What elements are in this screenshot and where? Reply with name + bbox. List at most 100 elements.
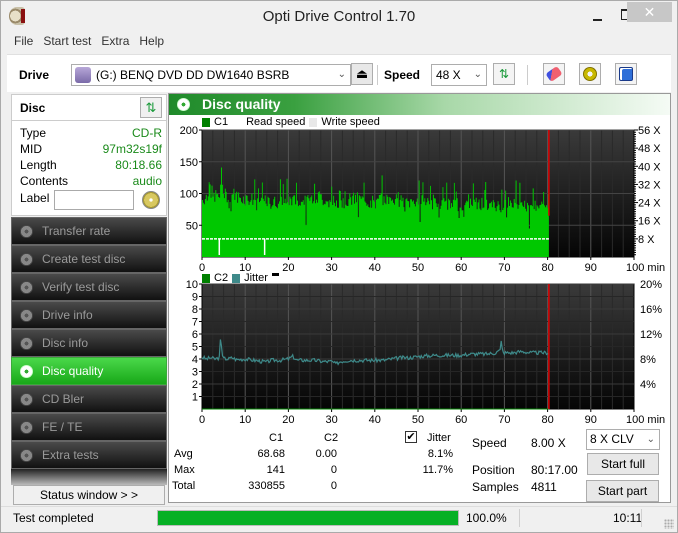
x-tick-label: 90: [585, 262, 597, 274]
disc-mid-value: 97m32s19f: [102, 142, 162, 156]
disc-quality-icon: [177, 98, 190, 111]
jitter-checkbox[interactable]: ✔: [405, 431, 417, 443]
y-tick-label-right: 48 X: [638, 143, 661, 155]
start-full-button[interactable]: Start full: [587, 453, 659, 475]
save-button[interactable]: [615, 63, 637, 85]
minimize-button[interactable]: [585, 7, 613, 27]
chevron-down-icon: ⌄: [337, 69, 346, 80]
y-tick-label-left: 6: [192, 329, 198, 341]
x-tick-label: 70: [498, 262, 510, 274]
nav-item-verify-test-disc[interactable]: Verify test disc: [11, 273, 167, 301]
y-tick-label-right: 16 X: [638, 216, 661, 228]
resize-grip[interactable]: [664, 519, 674, 529]
menu-extra[interactable]: Extra: [96, 32, 134, 52]
c1-chart: 0 10 20 30 40 50 60 70 80 90 100 min501001502008 X…: [180, 126, 666, 274]
nav-item-label: CD Bler: [42, 392, 85, 406]
close-button[interactable]: ✕: [627, 2, 672, 22]
nav-item-label: Disc quality: [42, 364, 104, 378]
position-value: 80:17.00: [531, 463, 578, 477]
menu-help[interactable]: Help: [134, 32, 169, 52]
eject-icon: ⏏: [355, 66, 369, 81]
samples-label: Samples: [472, 480, 519, 494]
nav-spacer: [11, 469, 167, 485]
progress-bar: [157, 510, 459, 526]
y-tick-label-left: 3: [192, 367, 198, 379]
speed-select[interactable]: 48 X ⌄: [431, 64, 487, 86]
total-c2: 0: [330, 480, 337, 492]
speed-label: Speed: [384, 68, 421, 82]
nav-item-disc-info[interactable]: Disc info: [11, 329, 167, 357]
disc-tool-icon: [20, 421, 33, 434]
erase-button[interactable]: [543, 63, 565, 85]
test-speed-select[interactable]: 8 X CLV ⌄: [586, 429, 660, 450]
status-divider: [519, 509, 520, 527]
x-tick-label: 0: [199, 414, 205, 425]
disc-type-row: Type CD-R: [20, 126, 162, 142]
samples-value: 4811: [531, 480, 557, 494]
x-tick-label: 80: [541, 414, 553, 425]
avg-c1: 68.68: [257, 448, 285, 460]
disc-label-input[interactable]: [54, 190, 134, 210]
drive-select[interactable]: (G:) BENQ DVD DD DW1640 BSRB ⌄: [71, 64, 351, 86]
x-tick-label: 90: [585, 414, 597, 425]
disc-length-label: Length: [20, 158, 57, 172]
disc-length-row: Length 80:18.66: [20, 158, 162, 174]
disc-tool-icon: [20, 393, 33, 406]
speed-readout-value: 8.00 X: [531, 436, 566, 450]
nav-item-fe-te[interactable]: FE / TE: [11, 413, 167, 441]
y-tick-label-left: 7: [192, 317, 198, 329]
save-icon: [619, 67, 633, 81]
start-part-button[interactable]: Start part: [586, 480, 659, 502]
x-tick-label: 60: [455, 414, 467, 425]
status-window-button[interactable]: Status window > >: [13, 485, 165, 505]
nav-item-transfer-rate[interactable]: Transfer rate: [11, 217, 167, 245]
max-jitter: 11.7%: [422, 464, 453, 476]
max-label: Max: [174, 464, 195, 476]
options-button[interactable]: [579, 63, 601, 85]
x-tick-label: 100 min: [626, 262, 665, 274]
max-c1: 141: [266, 464, 285, 476]
elapsed-time: 10:11: [613, 511, 643, 525]
nav-item-create-test-disc[interactable]: Create test disc: [11, 245, 167, 273]
disc-tool-icon: [20, 309, 33, 322]
jitter-label: Jitter: [427, 432, 451, 444]
y-tick-label-left: 50: [186, 220, 198, 232]
y-tick-label-left: 150: [180, 157, 198, 169]
menu-start-test[interactable]: Start test: [38, 32, 96, 52]
x-tick-label: 80: [541, 262, 553, 274]
x-tick-label: 20: [282, 414, 294, 425]
y-tick-label-left: 4: [192, 354, 198, 366]
disc-type-label: Type: [20, 126, 47, 140]
nav-item-extra-tests[interactable]: Extra tests: [11, 441, 167, 469]
disc-tool-icon: [20, 253, 33, 266]
nav-item-drive-info[interactable]: Drive info: [11, 301, 167, 329]
cd-text-button[interactable]: [142, 191, 160, 209]
speed-select-value: 48 X: [436, 68, 461, 82]
disc-info-panel: Disc ⇅ Type CD-R MID 97m32s19f Length 80…: [11, 94, 167, 216]
nav-item-cd-bler[interactable]: CD Bler: [11, 385, 167, 413]
panel-title: Disc quality: [202, 96, 281, 112]
x-tick-label: 50: [412, 414, 424, 425]
disc-refresh-button[interactable]: ⇅: [140, 97, 162, 118]
legend-marker: [271, 272, 279, 276]
test-speed-value: 8 X CLV: [590, 432, 634, 446]
window-title: Opti Drive Control 1.70: [262, 8, 416, 25]
nav-item-disc-quality[interactable]: Disc quality: [11, 357, 167, 385]
eject-button[interactable]: ⏏: [351, 63, 373, 85]
nav-item-label: Extra tests: [42, 448, 99, 462]
disc-contents-label: Contents: [20, 174, 69, 188]
toolbar-divider: [527, 65, 528, 85]
avg-jitter: 8.1%: [427, 448, 453, 460]
avg-label: Avg: [174, 448, 193, 460]
refresh-drives-button[interactable]: ⇅: [493, 63, 515, 85]
x-tick-label: 20: [282, 262, 294, 274]
y-tick-label-left: 5: [192, 342, 198, 354]
col-c2-header: C2: [324, 432, 339, 444]
status-divider: [641, 509, 642, 527]
menu-file[interactable]: File: [9, 32, 38, 52]
x-tick-label: 100 min: [626, 414, 665, 425]
x-tick-label: 60: [455, 262, 467, 274]
col-c1-header: C1: [269, 432, 284, 444]
y-tick-label-right: 12%: [640, 329, 662, 341]
progress-fill: [158, 511, 458, 525]
